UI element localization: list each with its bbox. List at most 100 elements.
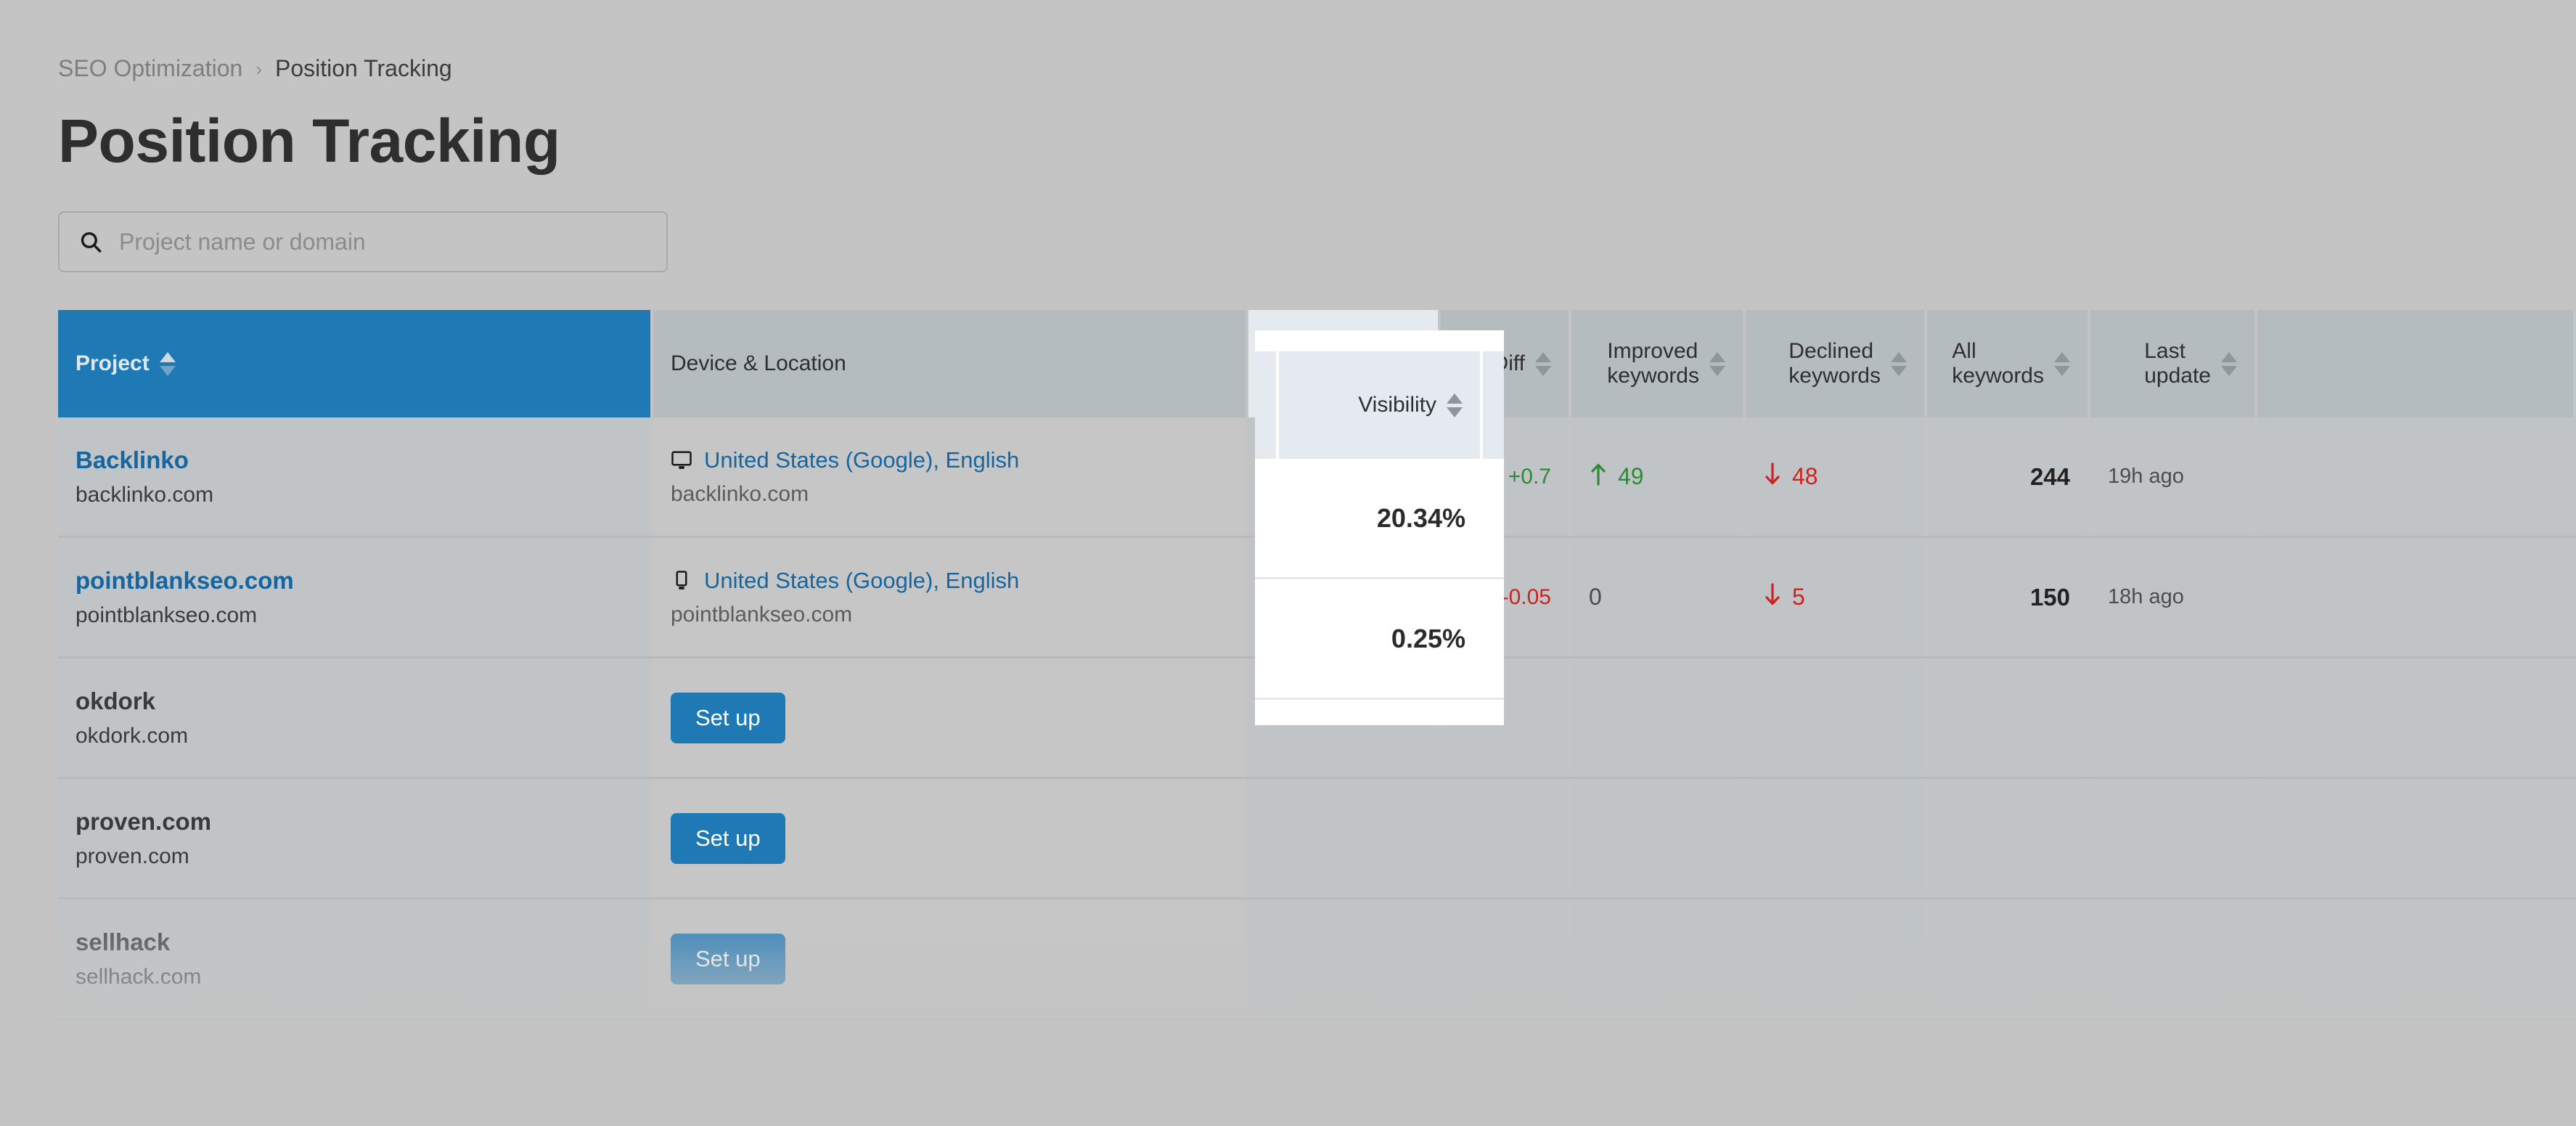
cell-last-update [2090, 658, 2257, 777]
cell-diff: -0.05 [1441, 538, 1571, 656]
cell-last-update [2090, 899, 2257, 1018]
cell-diff: +0.7 [1441, 417, 1571, 536]
column-header-vis-label: Visibility [1316, 351, 1394, 375]
cell-all-keywords: 244 [1927, 417, 2090, 536]
visibility-value: 0.25% [1346, 582, 1420, 612]
last-update-value: 18h ago [2108, 585, 2184, 608]
declined-keywords-value: 5 [1792, 584, 1805, 610]
project-name-link: sellhack [75, 929, 171, 956]
breadcrumb-current[interactable]: Position Tracking [275, 57, 452, 80]
sort-arrows-icon[interactable] [1891, 351, 1907, 376]
visibility-value: 20.34% [1331, 461, 1420, 491]
cell-all-keywords [1927, 779, 2090, 897]
column-header-last-label: Last update [2144, 338, 2211, 388]
sort-arrows-icon[interactable] [1535, 351, 1551, 376]
table-header-row: Project Device & Location Visibility Diff Im… [58, 310, 2576, 417]
cell-all-keywords [1927, 899, 2090, 1018]
column-header-declined[interactable]: Declined keywords [1746, 310, 1927, 417]
table-row[interactable]: Backlinko backlinko.com United States (Goo… [58, 417, 2576, 538]
cell-project: proven.com proven.com [58, 779, 653, 897]
column-header-all[interactable]: All keywords [1927, 310, 2090, 417]
cell-declined-keywords: 48 [1746, 417, 1927, 536]
arrow-down-icon [1763, 582, 1782, 612]
declined-keywords-value: 48 [1792, 463, 1818, 489]
search-box[interactable] [58, 211, 668, 272]
column-header-improved[interactable]: Improved keywords [1571, 310, 1746, 417]
table-body: Backlinko backlinko.com United States (Goo… [58, 417, 2576, 1020]
set-up-button[interactable]: Set up [671, 812, 785, 864]
cell-visibility [1248, 658, 1441, 777]
column-header-project-label: Project [75, 351, 150, 375]
all-keywords-value: 150 [2029, 583, 2070, 611]
improved-keywords-value: 49 [1618, 463, 1644, 489]
sort-arrows-icon[interactable] [1709, 351, 1725, 376]
sort-arrows-icon[interactable] [2054, 351, 2070, 376]
cell-improved-keywords [1571, 779, 1746, 897]
column-header-project[interactable]: Project [58, 310, 653, 417]
cell-visibility [1248, 899, 1441, 1018]
cell-project: okdork okdork.com [58, 658, 653, 777]
desktop-monitor-icon [671, 449, 692, 471]
search-icon [78, 229, 103, 254]
column-header-all-label: All keywords [1952, 338, 2044, 388]
cell-actions [2257, 417, 2576, 536]
column-header-actions [2257, 310, 2576, 417]
cell-improved-keywords: 0 [1571, 538, 1746, 656]
cell-improved-keywords [1571, 658, 1746, 777]
column-header-improved-label: Improved keywords [1607, 338, 1699, 388]
column-header-diff[interactable]: Diff [1441, 310, 1571, 417]
column-header-declined-label: Declined keywords [1788, 338, 1881, 388]
cell-project: Backlinko backlinko.com [58, 417, 653, 536]
cell-project: sellhack sellhack.com [58, 899, 653, 1018]
project-name-link: proven.com [75, 808, 212, 836]
cell-visibility: 0.25% [1248, 538, 1441, 656]
declined-keywords-wrap: 48 [1763, 462, 1818, 491]
project-name-link: okdork [75, 688, 156, 715]
device-location-link[interactable]: United States (Google), English [704, 568, 1019, 594]
improved-keywords-value: 0 [1589, 584, 1602, 610]
cell-actions [2257, 899, 2576, 1018]
improved-keywords-wrap: 0 [1589, 584, 1602, 611]
project-domain: backlinko.com [75, 482, 214, 507]
cell-device-location: United States (Google), English pointblan… [653, 538, 1248, 656]
diff-value: +0.7 [1508, 464, 1551, 489]
cell-visibility: 20.34% [1248, 417, 1441, 536]
cell-device-location: Set up [653, 899, 1248, 1018]
sort-arrows-icon[interactable] [159, 351, 176, 376]
cell-diff [1441, 779, 1571, 897]
table-row[interactable]: sellhack sellhack.com Set up [58, 899, 2576, 1020]
table-row[interactable]: okdork okdork.com Set up [58, 658, 2576, 779]
cell-actions [2257, 779, 2576, 897]
cell-declined-keywords [1746, 658, 1927, 777]
table-row[interactable]: pointblankseo.com pointblankseo.com United… [58, 538, 2576, 658]
sort-arrows-icon[interactable] [1404, 351, 1420, 376]
set-up-button[interactable]: Set up [671, 933, 785, 984]
search-input[interactable] [119, 228, 647, 256]
project-name-link[interactable]: Backlinko [75, 445, 633, 475]
improved-keywords-wrap: 49 [1589, 462, 1644, 491]
cell-improved-keywords: 49 [1571, 417, 1746, 536]
cell-device-location: Set up [653, 658, 1248, 777]
project-name-link[interactable]: pointblankseo.com [75, 566, 633, 595]
breadcrumb: SEO Optimization › Position Tracking [58, 0, 2576, 80]
table-row[interactable]: proven.com proven.com Set up [58, 779, 2576, 899]
cell-device-location: United States (Google), English backlinko… [653, 417, 1248, 536]
column-header-vis[interactable]: Visibility [1248, 310, 1441, 417]
cell-project: pointblankseo.com pointblankseo.com [58, 538, 653, 656]
cell-diff [1441, 658, 1571, 777]
column-header-last[interactable]: Last update [2090, 310, 2257, 417]
cell-last-update [2090, 779, 2257, 897]
set-up-button[interactable]: Set up [671, 692, 785, 743]
cell-all-keywords [1927, 658, 2090, 777]
project-domain: pointblankseo.com [75, 603, 258, 627]
sort-arrows-icon[interactable] [2221, 351, 2237, 376]
project-domain: okdork.com [75, 723, 189, 748]
cell-actions [2257, 538, 2576, 656]
device-location-link[interactable]: United States (Google), English [704, 447, 1019, 473]
project-domain: proven.com [75, 844, 189, 868]
cell-last-update: 18h ago [2090, 538, 2257, 656]
breadcrumb-parent[interactable]: SEO Optimization [58, 57, 242, 80]
device-domain: backlinko.com [671, 481, 809, 506]
cell-declined-keywords [1746, 899, 1927, 1018]
mobile-phone-icon [671, 570, 692, 592]
